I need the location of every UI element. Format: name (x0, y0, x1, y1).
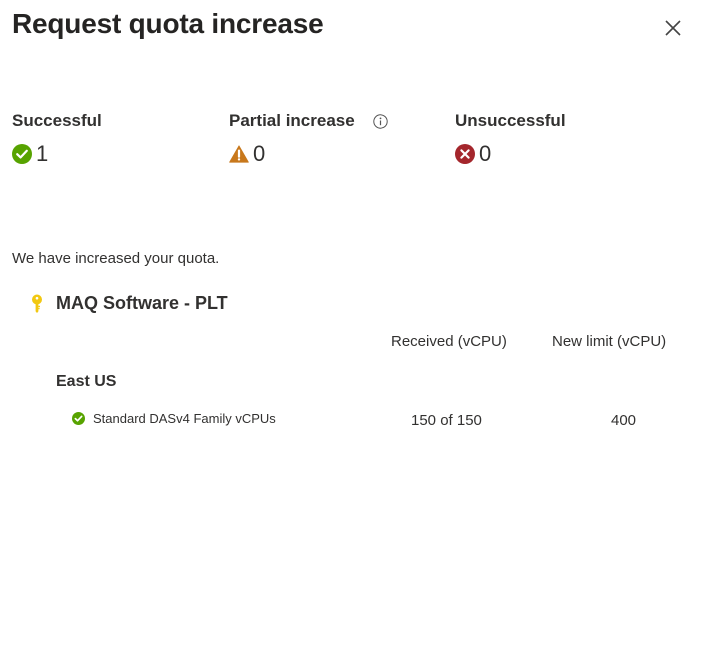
check-circle-icon (72, 412, 85, 425)
region-name: East US (56, 373, 117, 390)
info-icon[interactable] (373, 113, 388, 129)
column-header-received: Received (vCPU) (391, 333, 507, 350)
check-circle-icon (12, 144, 32, 164)
dialog-title: Request quota increase (12, 8, 324, 39)
stat-partial-count: 0 (253, 141, 266, 166)
close-button[interactable] (660, 15, 686, 41)
stat-unsuccessful-label: Unsuccessful (455, 111, 566, 130)
column-header-new-limit: New limit (vCPU) (552, 333, 667, 350)
subscription-row: MAQ Software - PLT (30, 293, 228, 314)
key-icon (32, 294, 42, 313)
stat-successful-label: Successful (12, 111, 102, 130)
stat-successful-count: 1 (36, 141, 49, 166)
stat-unsuccessful: Unsuccessful 0 (455, 111, 566, 167)
quota-name: Standard DASv4 Family vCPUs (93, 411, 276, 426)
quota-new-limit-value: 400 (611, 412, 637, 429)
close-icon (665, 20, 681, 36)
quota-row: Standard DASv4 Family vCPUs (72, 411, 276, 426)
warning-icon (229, 145, 249, 163)
result-message: We have increased your quota. (12, 250, 220, 267)
stat-partial-label: Partial increase (229, 111, 355, 130)
subscription-name: MAQ Software - PLT (56, 293, 228, 313)
stat-unsuccessful-count: 0 (479, 141, 492, 166)
error-circle-icon (455, 144, 475, 164)
stat-partial: Partial increase 0 (229, 111, 388, 167)
quota-received-value: 150 of 150 (411, 412, 482, 429)
stat-successful: Successful 1 (12, 111, 102, 167)
